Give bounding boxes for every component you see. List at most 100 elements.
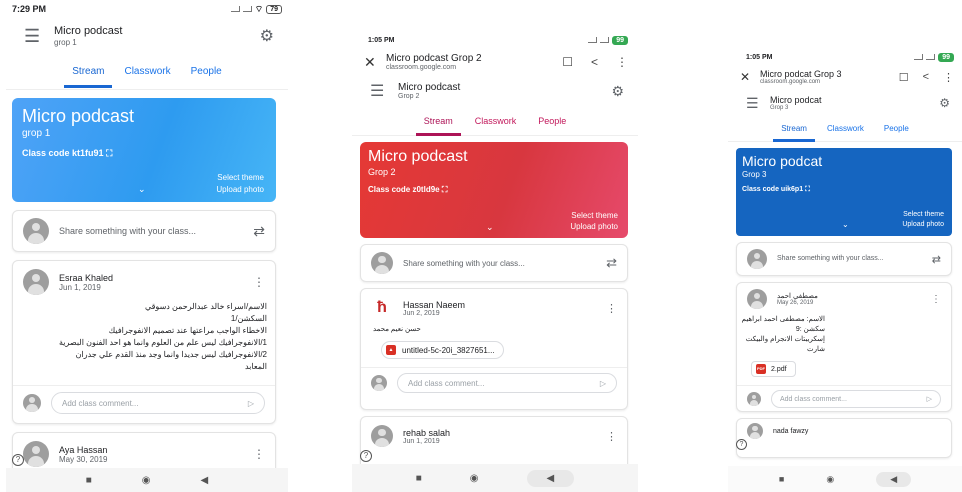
- send-icon[interactable]: ▷: [927, 395, 932, 403]
- tab-people[interactable]: People: [884, 124, 909, 133]
- more-options-icon[interactable]: ⋮: [606, 430, 617, 443]
- upload-photo-link[interactable]: Upload photo: [570, 221, 618, 232]
- browser-title: Micro podcast Grop 2: [386, 53, 482, 64]
- tab-stream[interactable]: Stream: [415, 116, 461, 136]
- chevron-down-icon[interactable]: ⌄: [842, 220, 849, 229]
- attachment-chip[interactable]: PDF 2.pdf: [751, 361, 796, 377]
- image-file-icon: ▲: [386, 345, 396, 355]
- share-box[interactable]: Share something with your class... ⇄: [360, 244, 628, 282]
- home-button[interactable]: ◉: [142, 475, 151, 486]
- home-button[interactable]: ◉: [826, 474, 834, 485]
- class-name: Micro podcast: [54, 25, 123, 37]
- tab-people[interactable]: People: [191, 66, 222, 77]
- avatar: [747, 423, 763, 439]
- attachment-name: 2.pdf: [771, 365, 787, 373]
- more-options-icon[interactable]: ⋮: [931, 294, 941, 305]
- banner-section: Grop 2: [368, 167, 396, 177]
- tab-people[interactable]: People: [538, 116, 566, 126]
- share-icon[interactable]: <: [923, 71, 929, 83]
- phone-screen-grop-3: 1:05 PM 99 ✕ Micro podcat Grop 3 classro…: [728, 50, 962, 492]
- back-button[interactable]: ◀: [876, 471, 912, 487]
- more-options-icon[interactable]: ⋮: [253, 275, 265, 289]
- class-comment-input[interactable]: Add class comment... ▷: [771, 390, 941, 408]
- class-code: Class code z0tld9e ⛶: [368, 185, 448, 194]
- class-banner: Micro podcast grop 1 Class code kt1fu91 …: [12, 98, 276, 202]
- banner-section: grop 1: [22, 128, 51, 139]
- repost-icon[interactable]: ⇄: [253, 223, 265, 240]
- class-section: Grop 3: [770, 105, 789, 111]
- bookmark-icon[interactable]: ☐: [562, 55, 573, 69]
- more-options-icon[interactable]: ⋮: [606, 302, 617, 315]
- comment-row: Add class comment... ▷: [361, 367, 627, 398]
- select-theme-link[interactable]: Select theme: [902, 210, 944, 220]
- upload-photo-link[interactable]: Upload photo: [216, 184, 264, 196]
- repost-icon[interactable]: ⇄: [606, 255, 617, 271]
- post-author: nada fawzy: [773, 427, 809, 435]
- class-comment-input[interactable]: Add class comment... ▷: [397, 373, 617, 393]
- recents-button[interactable]: ■: [86, 475, 92, 486]
- repost-icon[interactable]: ⇄: [932, 253, 941, 266]
- close-icon[interactable]: ✕: [740, 70, 760, 84]
- select-theme-link[interactable]: Select theme: [216, 172, 264, 184]
- tab-classwork[interactable]: Classwork: [827, 124, 864, 133]
- tab-classwork[interactable]: Classwork: [124, 66, 170, 77]
- more-options-icon[interactable]: ⋮: [616, 55, 628, 69]
- share-placeholder[interactable]: Share something with your class...: [777, 254, 932, 264]
- gear-icon[interactable]: ⚙: [260, 26, 274, 46]
- attachment-name: untitled-5c-20i_3827651...: [402, 345, 495, 355]
- home-button[interactable]: ◉: [470, 473, 479, 484]
- post-author: Aya Hassan: [59, 444, 108, 455]
- stream-post: مصطفى احمد May 26, 2019 ⋮ الاسم: مصطفى ا…: [736, 282, 952, 412]
- stream-post: Esraa Khaled Jun 1, 2019 ⋮ الاسم/اسراء خ…: [12, 260, 276, 424]
- bookmark-icon[interactable]: ☐: [899, 71, 909, 84]
- phone-screen-grop-1: 7:29 PM ⌔ 79 ☰ Micro podcast grop 1 ⚙ St…: [6, 0, 288, 492]
- upload-photo-link[interactable]: Upload photo: [902, 220, 944, 230]
- system-nav-bar: ■ ◉ ◀: [6, 468, 288, 492]
- share-placeholder[interactable]: Share something with your class...: [403, 258, 606, 269]
- more-options-icon[interactable]: ⋮: [943, 71, 954, 84]
- send-icon[interactable]: ▷: [600, 379, 606, 388]
- close-icon[interactable]: ✕: [364, 54, 386, 71]
- chevron-down-icon[interactable]: ⌄: [486, 222, 494, 233]
- recents-button[interactable]: ■: [779, 474, 784, 484]
- share-placeholder[interactable]: Share something with your class...: [59, 225, 253, 237]
- send-icon[interactable]: ▷: [248, 399, 254, 408]
- class-code: Class code kt1fu91 ⛶: [22, 148, 113, 158]
- class-name: Micro podcat: [770, 95, 822, 105]
- class-code: Class code uik6p1 ⛶: [742, 186, 810, 193]
- browser-title: Micro podcat Grop 3: [760, 69, 842, 79]
- chevron-down-icon[interactable]: ⌄: [138, 184, 146, 195]
- fullscreen-icon[interactable]: ⛶: [106, 148, 112, 158]
- post-author: Hassan Naeem: [403, 299, 466, 310]
- back-button[interactable]: ◀: [201, 475, 209, 486]
- status-time: 1:05 PM: [368, 36, 395, 44]
- banner-title: Micro podcast: [368, 148, 468, 165]
- fullscreen-icon[interactable]: ⛶: [805, 186, 810, 193]
- share-box[interactable]: Share something with your class... ⇄: [12, 210, 276, 252]
- gear-icon[interactable]: ⚙: [939, 96, 950, 110]
- share-box[interactable]: Share something with your class... ⇄: [736, 242, 952, 276]
- battery-icon: 79: [266, 4, 282, 14]
- share-icon[interactable]: <: [591, 55, 598, 69]
- menu-icon[interactable]: ☰: [746, 95, 770, 112]
- class-comment-input[interactable]: Add class comment... ▷: [51, 392, 265, 414]
- menu-icon[interactable]: ☰: [370, 81, 398, 101]
- tab-classwork[interactable]: Classwork: [475, 116, 517, 126]
- help-icon[interactable]: ?: [736, 439, 747, 450]
- system-nav-bar: ■ ◉ ◀: [352, 464, 638, 492]
- fullscreen-icon[interactable]: ⛶: [442, 185, 448, 194]
- help-icon[interactable]: ?: [360, 450, 372, 462]
- stream-post: nada fawzy: [736, 418, 952, 458]
- more-options-icon[interactable]: ⋮: [253, 447, 265, 461]
- select-theme-link[interactable]: Select theme: [570, 210, 618, 221]
- recents-button[interactable]: ■: [416, 473, 422, 484]
- menu-icon[interactable]: ☰: [24, 26, 54, 47]
- help-icon[interactable]: ?: [12, 454, 24, 466]
- signal-icon: [242, 6, 252, 12]
- tab-stream[interactable]: Stream: [773, 124, 815, 142]
- tab-stream[interactable]: Stream: [64, 66, 113, 88]
- attachment-chip[interactable]: ▲ untitled-5c-20i_3827651...: [381, 341, 504, 359]
- back-button[interactable]: ◀: [526, 469, 575, 487]
- gear-icon[interactable]: ⚙: [611, 83, 624, 100]
- avatar: [23, 218, 49, 244]
